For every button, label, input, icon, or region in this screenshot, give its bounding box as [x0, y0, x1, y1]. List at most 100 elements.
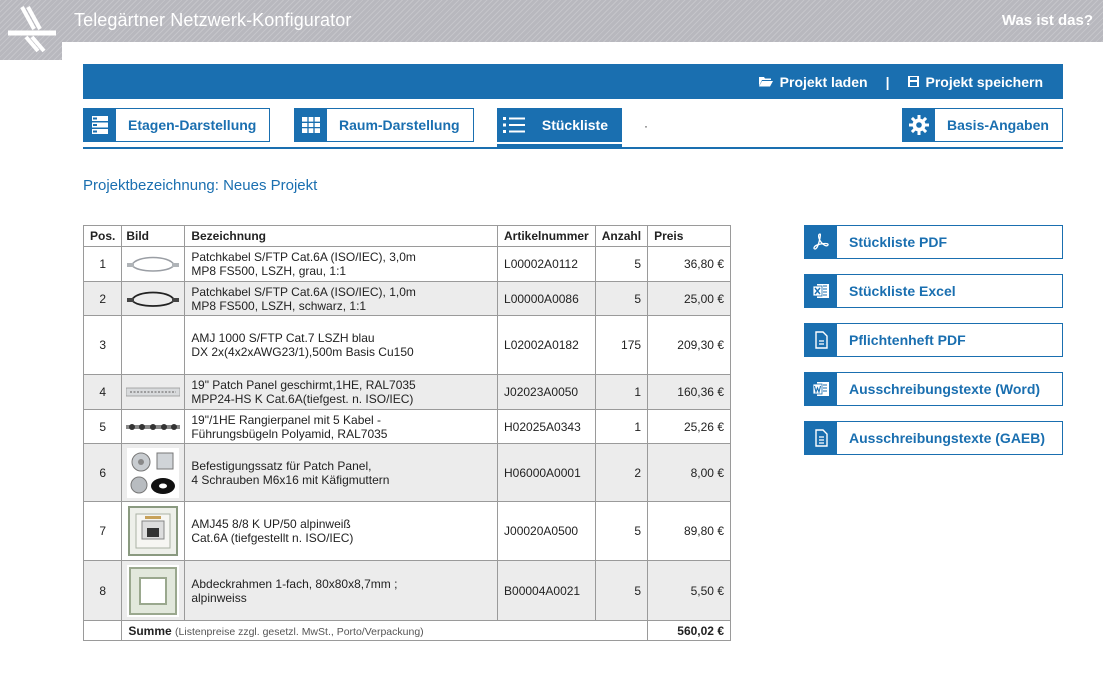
download-bom-pdf-label: Stückliste PDF	[849, 234, 948, 250]
tab-floor-view[interactable]: Etagen-Darstellung	[83, 108, 271, 142]
cell-image	[121, 374, 186, 410]
patch-cable-grey-image	[127, 256, 180, 272]
cell-empty	[82, 620, 123, 641]
cell-price: 209,30 €	[647, 315, 731, 375]
cell-pos: 5	[82, 409, 123, 444]
table-row: 2 Patchkabel S/FTP Cat.6A (ISO/IEC), 1,0…	[82, 281, 731, 316]
description-line: 19" Patch Panel geschirmt,1HE, RAL7035	[191, 378, 416, 392]
cell-article-number: J02023A0050	[497, 374, 596, 410]
word-icon	[812, 382, 829, 396]
description-line: Abdeckrahmen 1-fach, 80x80x8,7mm ;	[191, 576, 398, 591]
download-tender-gaeb-button[interactable]: Ausschreibungstexte (GAEB)	[804, 421, 1063, 455]
sum-total: 560,02 €	[647, 620, 731, 641]
col-header-quantity: Anzahl	[594, 225, 649, 247]
cell-pos: 6	[82, 443, 123, 502]
pdf-icon	[813, 233, 829, 250]
tab-base-settings[interactable]: Basis-Angaben	[902, 108, 1063, 142]
description-line: AMJ45 8/8 K UP/50 alpinweiß	[191, 517, 351, 531]
cell-image	[121, 281, 186, 316]
description-line: MPP24-HS K Cat.6A(tiefgest. n. ISO/IEC)	[191, 392, 414, 406]
cell-description: Patchkabel S/FTP Cat.6A (ISO/IEC), 1,0m …	[184, 281, 499, 316]
cell-description: AMJ45 8/8 K UP/50 alpinweiß Cat.6A (tief…	[184, 501, 499, 561]
cell-image	[121, 315, 186, 375]
description-line: alpinweiss	[191, 590, 247, 605]
tab-bill-of-materials-label: Stückliste	[541, 117, 608, 133]
cell-image	[121, 409, 186, 444]
cell-description: Befestigungssatz für Patch Panel, 4 Schr…	[184, 443, 499, 502]
table-sum-row: Summe (Listenpreise zzgl. gesetzl. MwSt.…	[82, 620, 731, 641]
cable-management-panel-image	[126, 423, 181, 430]
col-header-article: Artikelnummer	[497, 225, 596, 247]
patch-cable-black-image	[127, 291, 180, 307]
bill-of-materials-table: Pos. Bild Bezeichnung Artikelnummer Anza…	[82, 225, 731, 641]
cell-pos: 8	[82, 560, 123, 621]
cell-image	[121, 560, 186, 621]
table-row: 3 AMJ 1000 S/FTP Cat.7 LSZH blau DX 2x(4…	[82, 315, 731, 375]
cell-pos: 1	[82, 246, 123, 282]
cell-article-number: L00002A0112	[497, 246, 596, 282]
table-row: 6 Befestigungssatz für Patch Panel, 4 Sc…	[82, 443, 731, 502]
table-header-row: Pos. Bild Bezeichnung Artikelnummer Anza…	[82, 225, 731, 247]
download-bom-excel-label: Stückliste Excel	[849, 283, 956, 299]
document-icon	[815, 331, 828, 349]
cell-image	[121, 246, 186, 282]
table-row: 8 Abdeckrahmen 1-fach, 80x80x8,7mm ; alp…	[82, 560, 731, 621]
cell-description: Patchkabel S/FTP Cat.6A (ISO/IEC), 3,0m …	[184, 246, 499, 282]
cover-frame-image	[127, 564, 180, 617]
telegaertner-logo-icon	[8, 6, 56, 53]
description-line: Führungsbügeln Polyamid, RAL7035	[191, 426, 388, 441]
cell-description: Abdeckrahmen 1-fach, 80x80x8,7mm ; alpin…	[184, 560, 499, 621]
cell-price: 160,36 €	[647, 374, 731, 410]
cell-quantity: 5	[594, 281, 649, 316]
cell-pos: 7	[82, 501, 123, 561]
download-tender-word-button[interactable]: Ausschreibungstexte (Word)	[804, 372, 1063, 406]
cell-image	[121, 501, 186, 561]
app-title: Telegärtner Netzwerk-Konfigurator	[74, 10, 352, 30]
folder-open-icon	[758, 77, 773, 87]
cell-price: 25,00 €	[647, 281, 731, 316]
col-header-price: Preis	[647, 225, 731, 247]
cell-article-number: J00020A0500	[497, 501, 596, 561]
tab-room-view[interactable]: Raum-Darstellung	[294, 108, 474, 142]
cell-price: 5,50 €	[647, 560, 731, 621]
load-project-button[interactable]: Projekt laden	[758, 73, 868, 90]
download-bom-pdf-button[interactable]: Stückliste PDF	[804, 225, 1063, 259]
table-row: 5 19"/1HE Rangierpanel mit 5 Kabel - Füh…	[82, 409, 731, 444]
mounting-screws-image	[127, 447, 180, 498]
excel-icon	[812, 284, 829, 298]
table-row: 7 AMJ45 8/8 K UP/50 alpinweiß Cat.6A (ti…	[82, 501, 731, 561]
gaeb-document-icon	[815, 429, 828, 447]
save-project-button[interactable]: Projekt speichern	[907, 74, 1043, 90]
cell-article-number: L02002A0182	[497, 315, 596, 375]
description-line: MP8 FS500, LSZH, grau, 1:1	[191, 264, 347, 278]
sum-label-cell: Summe (Listenpreise zzgl. gesetzl. MwSt.…	[121, 620, 649, 641]
cell-pos: 3	[82, 315, 123, 375]
tab-bill-of-materials[interactable]: Stückliste	[497, 108, 622, 148]
description-line: AMJ 1000 S/FTP Cat.7 LSZH blau	[191, 331, 375, 345]
view-tabs: Etagen-Darstellung Raum-Darstellung Stüc…	[83, 108, 1063, 148]
cell-article-number: H06000A0001	[497, 443, 596, 502]
description-line: Cat.6A (tiefgestellt n. ISO/IEC)	[191, 531, 354, 545]
cell-price: 36,80 €	[647, 246, 731, 282]
cell-quantity: 5	[594, 560, 649, 621]
cell-quantity: 5	[594, 246, 649, 282]
description-line: Befestigungssatz für Patch Panel,	[191, 458, 372, 473]
download-tender-gaeb-label: Ausschreibungstexte (GAEB)	[849, 430, 1046, 446]
download-spec-pdf-label: Pflichtenheft PDF	[849, 332, 966, 348]
help-link[interactable]: Was ist das?	[1002, 12, 1093, 29]
logo[interactable]	[0, 0, 62, 60]
table-row: 1 Patchkabel S/FTP Cat.6A (ISO/IEC), 3,0…	[82, 246, 731, 282]
cell-description: 19" Patch Panel geschirmt,1HE, RAL7035 M…	[184, 374, 499, 410]
tab-base-settings-label: Basis-Angaben	[947, 117, 1049, 133]
gear-icon	[909, 115, 929, 135]
tab-dot: ·	[644, 119, 648, 133]
cell-description: AMJ 1000 S/FTP Cat.7 LSZH blau DX 2x(4x2…	[184, 315, 499, 375]
download-spec-pdf-button[interactable]: Pflichtenheft PDF	[804, 323, 1063, 357]
tab-room-view-label: Raum-Darstellung	[339, 117, 460, 133]
table-row: 4 19" Patch Panel geschirmt,1HE, RAL7035…	[82, 374, 731, 410]
download-bom-excel-button[interactable]: Stückliste Excel	[804, 274, 1063, 308]
save-disk-icon	[907, 76, 919, 87]
load-project-label: Projekt laden	[779, 73, 868, 90]
room-grid-icon	[302, 117, 320, 133]
tab-floor-view-label: Etagen-Darstellung	[128, 117, 257, 133]
